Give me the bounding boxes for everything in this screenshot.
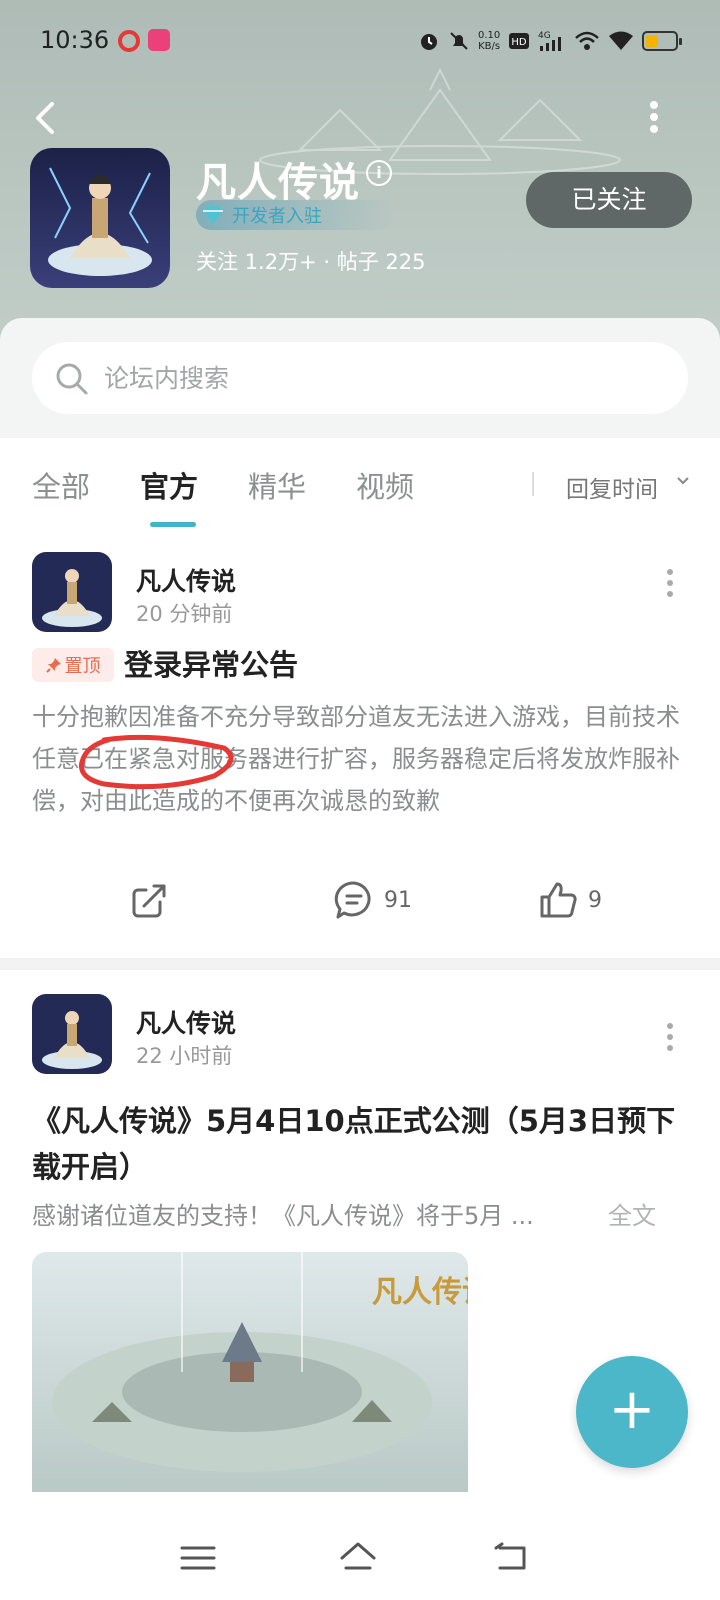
post-title[interactable]: 登录异常公告 <box>124 642 720 688</box>
post-actions: 91 9 <box>0 880 720 940</box>
pin-icon <box>45 658 61 673</box>
wifi-icon <box>609 31 634 50</box>
post-card[interactable]: 凡人传说 20 分钟前 置顶 登录异常公告 十分抱歉因准备不充分导致部分道友无法… <box>0 538 720 958</box>
diamond-icon <box>203 206 223 224</box>
forum-logo[interactable] <box>30 148 170 288</box>
more-icon[interactable] <box>666 568 674 598</box>
post-time: 22 小时前 <box>136 1044 233 1068</box>
hd-icon: HD <box>509 33 530 49</box>
section-separator <box>0 958 720 970</box>
cellular-signal-icon: 4G <box>538 31 562 51</box>
info-icon[interactable]: i <box>366 160 392 186</box>
full-text-link[interactable]: 全文 <box>608 1196 656 1231</box>
post-author[interactable]: 凡人传说 <box>136 562 236 598</box>
new-post-button[interactable]: + <box>576 1356 688 1468</box>
comment-icon <box>334 881 371 919</box>
post-excerpt[interactable]: 感谢诸位道友的支持！《凡人传说》将于5月 ... <box>32 1196 692 1231</box>
menu-icon[interactable] <box>178 1540 218 1576</box>
avatar[interactable] <box>32 552 112 632</box>
forum-stats: 关注 1.2万+ · 帖子 225 <box>196 250 426 274</box>
tab-featured[interactable]: 精华 <box>248 464 306 506</box>
tab-video[interactable]: 视频 <box>356 464 414 506</box>
tab-all[interactable]: 全部 <box>32 464 90 506</box>
svg-text:HD: HD <box>512 37 528 48</box>
battery-icon <box>642 31 683 51</box>
status-icons: 0.10 KB/s HD 4G <box>418 26 683 56</box>
chevron-down-icon[interactable] <box>676 476 690 486</box>
follow-button[interactable]: 已关注 <box>526 172 692 228</box>
more-icon[interactable] <box>648 100 660 134</box>
post-author[interactable]: 凡人传说 <box>136 1004 236 1040</box>
netease-music-icon <box>118 30 140 52</box>
svg-text:凡人传说: 凡人传说 <box>372 1275 468 1310</box>
developer-badge[interactable]: 开发者入驻 <box>196 200 396 230</box>
sort-dropdown[interactable]: 回复时间 <box>566 470 658 504</box>
home-icon[interactable] <box>338 1540 378 1576</box>
search-section <box>0 318 720 438</box>
pinned-badge: 置顶 <box>32 648 114 682</box>
like-icon <box>540 882 577 918</box>
tab-bar: 全部 官方 精华 视频 回复时间 <box>0 438 720 538</box>
system-nav-bar <box>0 1516 720 1600</box>
red-circle-annotation <box>78 734 234 790</box>
like-button[interactable]: 9 <box>538 880 602 920</box>
forum-header: 10:36 0.10 KB/s HD 4G 凡人传说 i 开发者入驻 关注 1.2… <box>0 0 720 360</box>
app-notification-icon <box>148 29 170 51</box>
post-time: 20 分钟前 <box>136 602 233 626</box>
status-bar: 10:36 0.10 KB/s HD 4G <box>0 0 720 80</box>
network-speed: 0.10 KB/s <box>478 30 501 52</box>
share-icon <box>132 884 166 918</box>
tab-divider <box>532 472 534 496</box>
search-icon <box>56 363 88 395</box>
status-time: 10:36 <box>40 26 110 54</box>
svg-text:4G: 4G <box>538 31 551 41</box>
developer-badge-label: 开发者入驻 <box>232 206 322 227</box>
more-icon[interactable] <box>666 1022 674 1052</box>
share-button[interactable] <box>130 880 170 920</box>
return-icon[interactable] <box>492 1540 532 1576</box>
active-tab-indicator <box>150 522 196 527</box>
search-input[interactable] <box>104 354 664 402</box>
back-icon[interactable] <box>26 96 66 140</box>
post-title[interactable]: 《凡人传说》5月4日10点正式公测（5月3日预下载开启） <box>32 1098 682 1190</box>
like-count: 9 <box>588 887 602 913</box>
comment-count: 91 <box>384 887 412 913</box>
mute-bell-icon <box>450 32 468 50</box>
tab-official[interactable]: 官方 <box>140 464 198 506</box>
avatar[interactable] <box>32 994 112 1074</box>
alarm-icon <box>421 34 437 50</box>
comment-button[interactable]: 91 <box>334 880 412 920</box>
search-box[interactable] <box>32 342 688 414</box>
post-image[interactable]: 凡人传说 <box>32 1252 468 1492</box>
plus-icon: + <box>608 1377 656 1442</box>
hotspot-icon <box>575 31 600 50</box>
